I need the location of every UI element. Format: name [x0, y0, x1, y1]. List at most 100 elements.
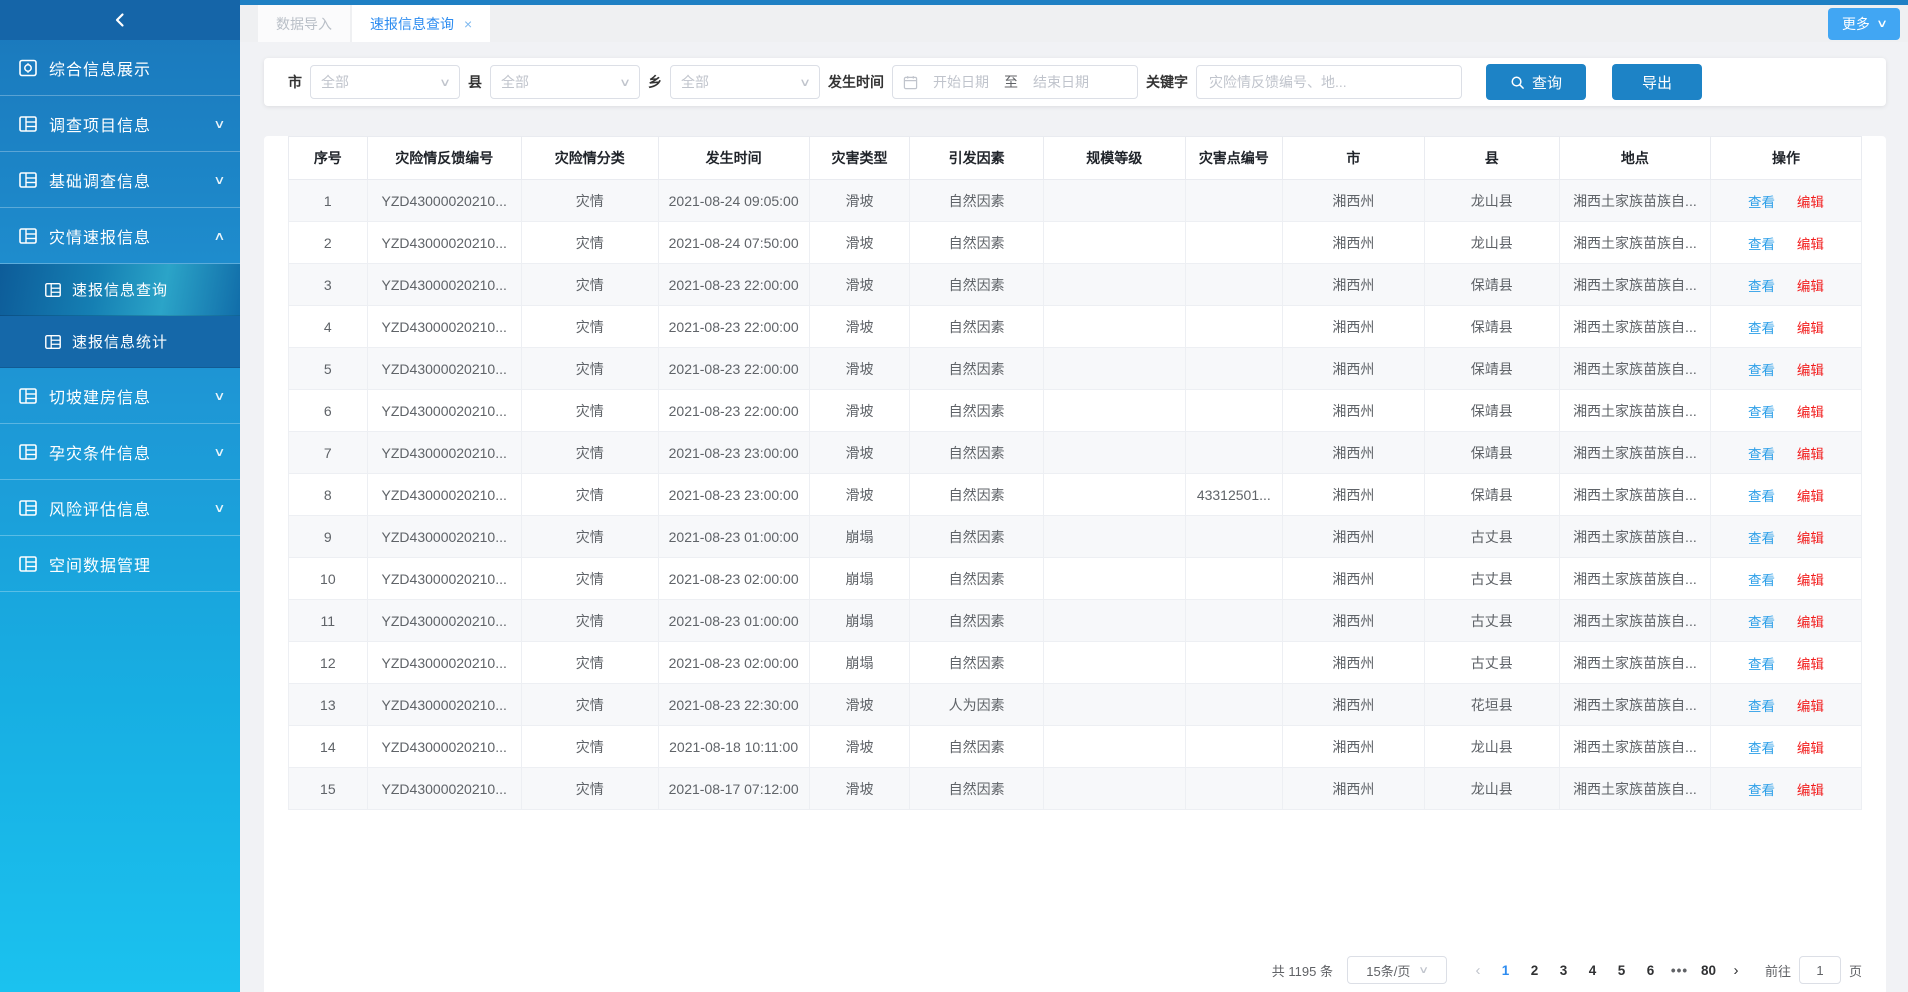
cell-location: 湘西土家族苗族自... — [1559, 306, 1710, 348]
cell-time: 2021-08-23 22:00:00 — [658, 348, 809, 390]
edit-link[interactable]: 编辑 — [1797, 405, 1824, 420]
table-row: 13 YZD43000020210... 灾情 2021-08-23 22:30… — [289, 684, 1862, 726]
cell-trigger-factor: 人为因素 — [910, 684, 1044, 726]
cell-location: 湘西土家族苗族自... — [1559, 264, 1710, 306]
cell-no: 4 — [289, 306, 368, 348]
view-link[interactable]: 查看 — [1748, 657, 1775, 672]
edit-link[interactable]: 编辑 — [1797, 447, 1824, 462]
sidebar-collapse-button[interactable] — [0, 0, 240, 40]
edit-link[interactable]: 编辑 — [1797, 573, 1824, 588]
cell-city: 湘西州 — [1283, 558, 1425, 600]
sidebar-menu-group: 灾情速报信息 ∧ 速报信息查询 — [0, 208, 240, 368]
sidebar-item[interactable]: 综合信息展示 — [0, 40, 240, 96]
cell-feedback-code: YZD43000020210... — [367, 264, 521, 306]
sidebar-item[interactable]: 基础调查信息 ∨ — [0, 152, 240, 208]
view-link[interactable]: 查看 — [1748, 447, 1775, 462]
town-label: 乡 — [648, 72, 662, 92]
cell-no: 8 — [289, 474, 368, 516]
cell-point-code — [1185, 222, 1283, 264]
page-number-button[interactable]: 80 — [1694, 956, 1723, 984]
page-number-button[interactable]: 4 — [1578, 956, 1607, 984]
goto-page-input[interactable] — [1799, 956, 1841, 984]
sidebar-item[interactable]: 切坡建房信息 ∨ — [0, 368, 240, 424]
more-button[interactable]: 更多 ∨ — [1828, 8, 1900, 40]
start-date-input[interactable] — [924, 74, 998, 90]
sidebar-item[interactable]: 灾情速报信息 ∧ — [0, 208, 240, 264]
cell-category: 灾情 — [521, 726, 658, 768]
export-button[interactable]: 导出 — [1612, 64, 1702, 100]
page-number-button[interactable]: 6 — [1636, 956, 1665, 984]
cell-county: 古丈县 — [1424, 516, 1559, 558]
sidebar-subitem[interactable]: 速报信息统计 — [0, 316, 240, 368]
sidebar-subitem[interactable]: 速报信息查询 — [0, 264, 240, 316]
keyword-input[interactable] — [1196, 65, 1462, 99]
cell-county: 古丈县 — [1424, 642, 1559, 684]
edit-link[interactable]: 编辑 — [1797, 363, 1824, 378]
edit-link[interactable]: 编辑 — [1797, 657, 1824, 672]
view-link[interactable]: 查看 — [1748, 783, 1775, 798]
sidebar-item[interactable]: 孕灾条件信息 ∨ — [0, 424, 240, 480]
city-select[interactable]: 全部 ∨ — [310, 65, 460, 99]
view-link[interactable]: 查看 — [1748, 279, 1775, 294]
sidebar-item[interactable]: 调查项目信息 ∨ — [0, 96, 240, 152]
edit-link[interactable]: 编辑 — [1797, 489, 1824, 504]
sidebar-item-label: 调查项目信息 — [49, 112, 151, 136]
view-link[interactable]: 查看 — [1748, 363, 1775, 378]
tab-report-query[interactable]: 速报信息查询 × — [352, 5, 490, 42]
cell-feedback-code: YZD43000020210... — [367, 390, 521, 432]
next-page-button[interactable]: › — [1723, 956, 1749, 984]
county-select[interactable]: 全部 ∨ — [490, 65, 640, 99]
edit-link[interactable]: 编辑 — [1797, 783, 1824, 798]
cell-no: 5 — [289, 348, 368, 390]
edit-link[interactable]: 编辑 — [1797, 321, 1824, 336]
sidebar-item[interactable]: 空间数据管理 — [0, 536, 240, 592]
edit-link[interactable]: 编辑 — [1797, 531, 1824, 546]
date-range-picker[interactable]: 至 — [892, 65, 1138, 99]
cell-point-code — [1185, 432, 1283, 474]
cell-category: 灾情 — [521, 516, 658, 558]
page-number-button[interactable]: ••• — [1665, 956, 1694, 984]
edit-link[interactable]: 编辑 — [1797, 741, 1824, 756]
page-number-button[interactable]: 3 — [1549, 956, 1578, 984]
view-link[interactable]: 查看 — [1748, 615, 1775, 630]
query-button[interactable]: 查询 — [1486, 64, 1586, 100]
page-number-button[interactable]: 5 — [1607, 956, 1636, 984]
cell-category: 灾情 — [521, 264, 658, 306]
cell-category: 灾情 — [521, 558, 658, 600]
view-link[interactable]: 查看 — [1748, 489, 1775, 504]
prev-page-button[interactable]: ‹ — [1465, 956, 1491, 984]
cell-actions: 查看 编辑 — [1710, 642, 1861, 684]
export-button-label: 导出 — [1642, 72, 1672, 93]
page-size-select[interactable]: 15条/页 ∨ — [1347, 956, 1447, 984]
table-row: 8 YZD43000020210... 灾情 2021-08-23 23:00:… — [289, 474, 1862, 516]
close-icon[interactable]: × — [464, 16, 472, 32]
end-date-input[interactable] — [1024, 74, 1098, 90]
view-link[interactable]: 查看 — [1748, 237, 1775, 252]
view-link[interactable]: 查看 — [1748, 405, 1775, 420]
tab-data-import[interactable]: 数据导入 — [258, 5, 350, 42]
cell-location: 湘西土家族苗族自... — [1559, 180, 1710, 222]
view-link[interactable]: 查看 — [1748, 573, 1775, 588]
cell-disaster-type: 滑坡 — [809, 726, 910, 768]
town-select[interactable]: 全部 ∨ — [670, 65, 820, 99]
cell-category: 灾情 — [521, 348, 658, 390]
edit-link[interactable]: 编辑 — [1797, 195, 1824, 210]
goto-suffix: 页 — [1849, 961, 1862, 980]
table-header-cell: 操作 — [1710, 137, 1861, 180]
view-link[interactable]: 查看 — [1748, 321, 1775, 336]
edit-link[interactable]: 编辑 — [1797, 615, 1824, 630]
view-link[interactable]: 查看 — [1748, 531, 1775, 546]
page-number-button[interactable]: 1 — [1491, 956, 1520, 984]
view-link[interactable]: 查看 — [1748, 195, 1775, 210]
table-header-cell: 灾险情反馈编号 — [367, 137, 521, 180]
cell-disaster-type: 滑坡 — [809, 180, 910, 222]
edit-link[interactable]: 编辑 — [1797, 699, 1824, 714]
cell-no: 15 — [289, 768, 368, 810]
view-link[interactable]: 查看 — [1748, 741, 1775, 756]
page-number-button[interactable]: 2 — [1520, 956, 1549, 984]
sidebar-item[interactable]: 风险评估信息 ∨ — [0, 480, 240, 536]
edit-link[interactable]: 编辑 — [1797, 279, 1824, 294]
edit-link[interactable]: 编辑 — [1797, 237, 1824, 252]
view-link[interactable]: 查看 — [1748, 699, 1775, 714]
table-row: 4 YZD43000020210... 灾情 2021-08-23 22:00:… — [289, 306, 1862, 348]
